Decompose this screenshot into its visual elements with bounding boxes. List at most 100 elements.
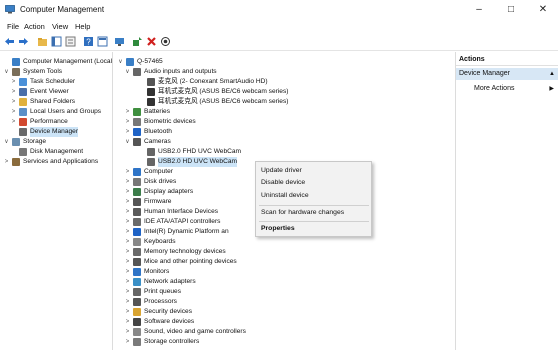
- expand-chevron-icon[interactable]: >: [10, 117, 17, 127]
- expand-chevron-icon[interactable]: >: [124, 107, 131, 117]
- expand-chevron-icon[interactable]: >: [124, 277, 131, 287]
- sidebar-item[interactable]: > Shared Folders: [10, 97, 112, 107]
- device-item[interactable]: > Monitors: [124, 267, 454, 277]
- sidebar-item[interactable]: ∨ System Tools: [3, 67, 112, 77]
- menu-help[interactable]: Help: [75, 22, 90, 31]
- expand-chevron-icon[interactable]: >: [124, 327, 131, 337]
- maximize-button[interactable]: □: [499, 3, 523, 17]
- sidebar-item[interactable]: > Task Scheduler: [10, 77, 112, 87]
- sidebar-item[interactable]: Device Manager: [10, 127, 112, 137]
- expand-chevron-icon[interactable]: >: [124, 267, 131, 277]
- view-icon[interactable]: [97, 36, 108, 47]
- expand-chevron-icon[interactable]: >: [124, 217, 131, 227]
- device-item[interactable]: > Batteries: [124, 107, 454, 117]
- minimize-button[interactable]: –: [467, 3, 491, 17]
- device-item[interactable]: > Network adapters: [124, 277, 454, 287]
- device-item[interactable]: > Keyboards: [124, 237, 454, 247]
- ctx-uninstall-device[interactable]: Uninstall device: [261, 191, 309, 201]
- collapse-chevron-icon[interactable]: ∨: [117, 57, 124, 67]
- device-label: Print queues: [144, 288, 182, 295]
- forward-arrow-icon[interactable]: [18, 36, 29, 47]
- expand-chevron-icon[interactable]: >: [124, 287, 131, 297]
- sidebar-label: Storage: [23, 138, 47, 145]
- sidebar-item[interactable]: > Performance: [10, 117, 112, 127]
- device-item[interactable]: > Biometric devices: [124, 117, 454, 127]
- close-button[interactable]: ✕: [531, 3, 555, 17]
- device-item[interactable]: ∨ Q-57465: [117, 57, 454, 67]
- camera-icon: [133, 138, 141, 146]
- device-item[interactable]: > Security devices: [124, 307, 454, 317]
- expand-chevron-icon[interactable]: >: [124, 207, 131, 217]
- sidebar-item[interactable]: > Local Users and Groups: [10, 107, 112, 117]
- device-label: 麦克风 (2- Conexant SmartAudio HD): [158, 78, 268, 85]
- expand-chevron-icon[interactable]: >: [124, 197, 131, 207]
- expand-chevron-icon[interactable]: >: [124, 237, 131, 247]
- up-folder-icon[interactable]: [37, 36, 48, 47]
- more-actions-link[interactable]: More Actions: [474, 83, 514, 95]
- device-item[interactable]: USB2.0 FHD UVC WebCam: [138, 147, 454, 157]
- back-arrow-icon[interactable]: [4, 36, 15, 47]
- sidebar-item[interactable]: Computer Management (Local: [3, 57, 112, 67]
- expand-chevron-icon[interactable]: >: [10, 107, 17, 117]
- sidebar-item[interactable]: ∨ Storage: [3, 137, 112, 147]
- menu-action[interactable]: Action: [24, 22, 45, 31]
- driver-update-icon[interactable]: [132, 36, 143, 47]
- device-item[interactable]: > Bluetooth: [124, 127, 454, 137]
- expand-chevron-icon[interactable]: >: [124, 117, 131, 127]
- collapse-up-icon[interactable]: ▲: [549, 68, 555, 80]
- device-item[interactable]: > Sound, video and game controllers: [124, 327, 454, 337]
- expand-chevron-icon[interactable]: >: [124, 247, 131, 257]
- device-item[interactable]: > Storage controllers: [124, 337, 454, 347]
- expand-chevron-icon[interactable]: >: [124, 257, 131, 267]
- expand-chevron-icon[interactable]: >: [124, 297, 131, 307]
- properties-icon[interactable]: [65, 36, 76, 47]
- expand-chevron-icon[interactable]: >: [124, 227, 131, 237]
- collapse-chevron-icon[interactable]: ∨: [124, 137, 131, 147]
- expand-chevron-icon[interactable]: >: [124, 127, 131, 137]
- expand-chevron-icon[interactable]: >: [124, 187, 131, 197]
- collapse-chevron-icon[interactable]: ∨: [3, 137, 10, 147]
- ctx-disable-device[interactable]: Disable device: [261, 178, 305, 188]
- expand-chevron-icon[interactable]: >: [124, 177, 131, 187]
- sidebar-item[interactable]: > Services and Applications: [3, 157, 112, 167]
- enable-device-icon[interactable]: [160, 36, 171, 47]
- security-icon: [133, 308, 141, 316]
- ctx-scan-hardware[interactable]: Scan for hardware changes: [261, 208, 344, 218]
- expand-chevron-icon[interactable]: >: [124, 307, 131, 317]
- expand-chevron-icon[interactable]: >: [124, 337, 131, 347]
- expand-chevron-icon[interactable]: >: [10, 87, 17, 97]
- collapse-chevron-icon[interactable]: ∨: [124, 67, 131, 77]
- expand-chevron-icon[interactable]: >: [124, 317, 131, 327]
- help-icon[interactable]: ?: [83, 36, 94, 47]
- device-item[interactable]: > Mice and other pointing devices: [124, 257, 454, 267]
- device-label: Batteries: [144, 108, 171, 115]
- sidebar-item[interactable]: Disk Management: [10, 147, 112, 157]
- sidebar-label: Event Viewer: [30, 88, 69, 95]
- menu-file[interactable]: File: [7, 22, 19, 31]
- device-item[interactable]: 耳机式麦克风 (ASUS BE/C6 webcam series): [138, 87, 454, 97]
- device-item[interactable]: > Processors: [124, 297, 454, 307]
- actions-device-manager[interactable]: Device Manager ▲: [456, 68, 558, 80]
- sidebar-item[interactable]: > Event Viewer: [10, 87, 112, 97]
- bluetooth-icon: [133, 128, 141, 136]
- menu-view[interactable]: View: [52, 22, 68, 31]
- monitor-icon[interactable]: [114, 36, 125, 47]
- chevron-right-icon[interactable]: ▶: [549, 83, 554, 95]
- device-item[interactable]: ∨ Cameras: [124, 137, 454, 147]
- device-item[interactable]: > Memory technology devices: [124, 247, 454, 257]
- device-item[interactable]: > Software devices: [124, 317, 454, 327]
- collapse-chevron-icon[interactable]: ∨: [3, 67, 10, 77]
- device-item[interactable]: > Print queues: [124, 287, 454, 297]
- svg-text:?: ?: [86, 38, 91, 47]
- expand-chevron-icon[interactable]: >: [3, 157, 10, 167]
- expand-chevron-icon[interactable]: >: [10, 97, 17, 107]
- ctx-properties[interactable]: Properties: [261, 224, 295, 234]
- device-item[interactable]: 耳机式麦克风 (ASUS BE/C6 webcam series): [138, 97, 454, 107]
- show-hide-tree-icon[interactable]: [51, 36, 62, 47]
- expand-chevron-icon[interactable]: >: [124, 167, 131, 177]
- device-item[interactable]: 麦克风 (2- Conexant SmartAudio HD): [138, 77, 454, 87]
- device-item[interactable]: ∨ Audio inputs and outputs: [124, 67, 454, 77]
- uninstall-icon[interactable]: [146, 36, 157, 47]
- expand-chevron-icon[interactable]: >: [10, 77, 17, 87]
- ctx-update-driver[interactable]: Update driver: [261, 166, 302, 176]
